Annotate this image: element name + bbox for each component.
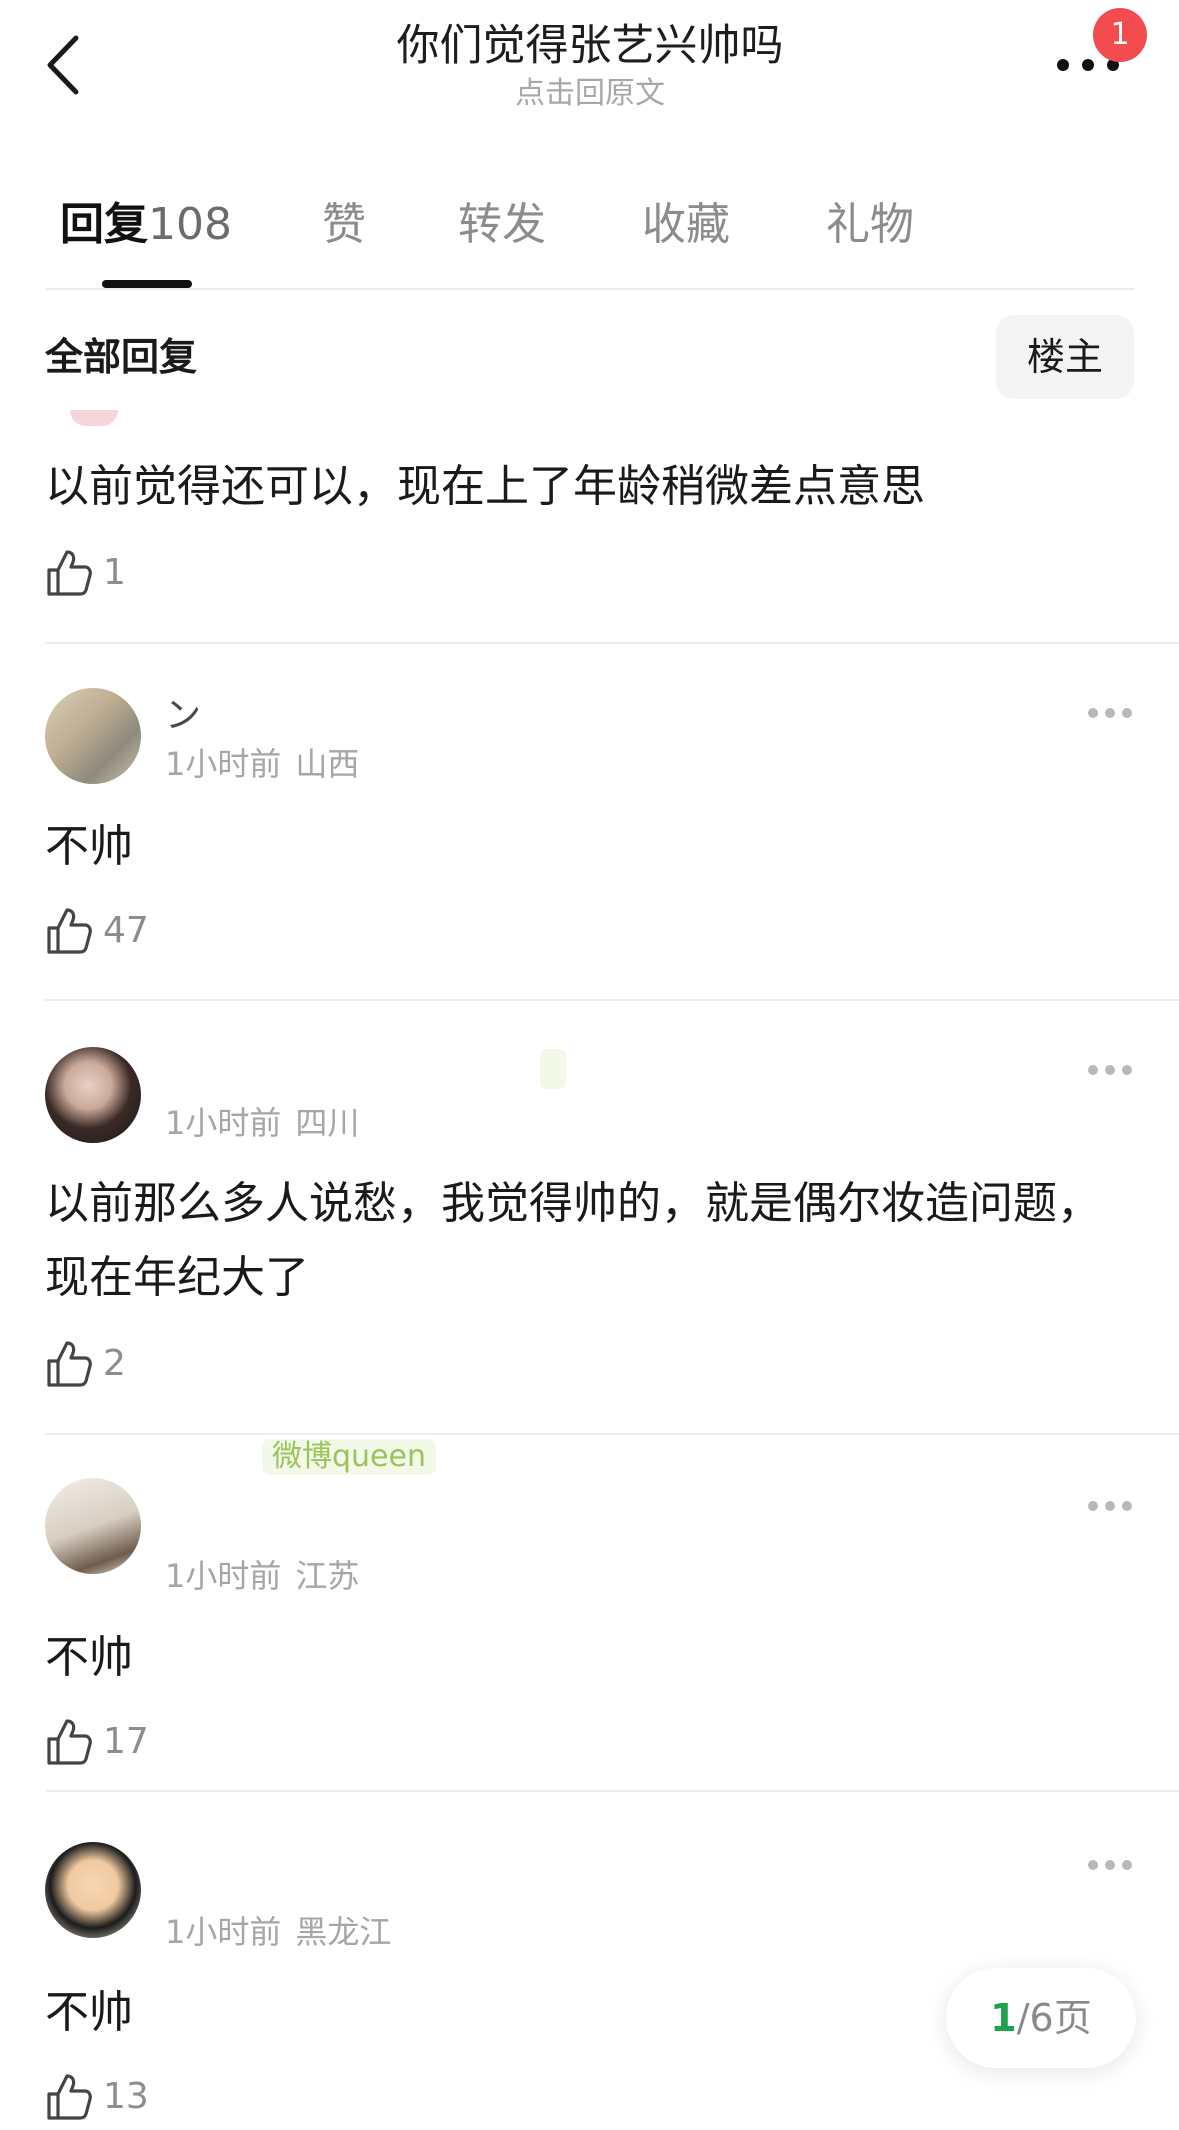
avatar-edge xyxy=(70,410,118,426)
comment-meta: 1小时前 江苏 xyxy=(165,1556,359,1596)
avatar[interactable] xyxy=(45,1478,141,1574)
comment-divider xyxy=(45,999,1179,1001)
avatar[interactable] xyxy=(45,1842,141,1938)
like-count: 2 xyxy=(103,1343,126,1384)
comment-location: 黑龙江 xyxy=(295,1913,392,1951)
comment-time: 1小时前 xyxy=(165,745,282,783)
current-page: 1 xyxy=(990,1996,1017,2040)
comment-meta: 1小时前 山西 xyxy=(165,744,359,784)
comment-location: 山西 xyxy=(295,745,360,783)
like-count: 47 xyxy=(103,910,149,951)
page-indicator[interactable]: 1/6页 xyxy=(946,1968,1136,2068)
tab-replies[interactable]: 回复108 xyxy=(60,190,232,260)
avatar[interactable] xyxy=(45,1047,141,1143)
comment-location: 江苏 xyxy=(295,1557,360,1595)
comment-time: 1小时前 xyxy=(165,1104,282,1142)
more-dots-icon[interactable] xyxy=(1088,1501,1132,1513)
thumbs-up-icon xyxy=(47,550,92,596)
nickname[interactable]: ン xyxy=(165,694,201,738)
tab-likes[interactable]: 赞 xyxy=(322,190,366,260)
comment-content: 以前那么多人说愁，我觉得帅的，就是偶尔妆造问题，现在年纪大了 xyxy=(45,1178,1101,1303)
back-to-original-link[interactable]: 点击回原文 xyxy=(250,74,930,114)
title-area[interactable]: 你们觉得张艺兴帅吗 点击回原文 xyxy=(250,18,930,114)
like-count: 13 xyxy=(103,2076,149,2117)
tab-shares[interactable]: 转发 xyxy=(458,190,546,260)
comment-meta: 1小时前 黑龙江 xyxy=(165,1912,391,1952)
more-dots-icon[interactable] xyxy=(1088,708,1132,720)
tabs-divider xyxy=(45,288,1135,290)
more-dots-icon[interactable] xyxy=(1088,1860,1132,1872)
more-dots-icon[interactable] xyxy=(1088,1065,1132,1077)
comment-divider xyxy=(45,1790,1179,1792)
notification-badge: 1 xyxy=(1093,8,1147,62)
like-count: 1 xyxy=(103,552,126,593)
thumbs-up-icon xyxy=(47,1719,92,1765)
user-badge xyxy=(540,1049,566,1089)
active-tab-indicator xyxy=(102,280,192,288)
tab-bar: 回复108 赞 转发 收藏 礼物 xyxy=(0,190,1179,290)
comment-time: 1小时前 xyxy=(165,1913,282,1951)
page-title: 你们觉得张艺兴帅吗 xyxy=(396,21,784,71)
comment-time: 1小时前 xyxy=(165,1557,282,1595)
comment-divider xyxy=(45,1433,1179,1435)
all-replies-label: 全部回复 xyxy=(45,335,198,379)
avatar[interactable] xyxy=(45,688,141,784)
tab-replies-label: 回复 xyxy=(60,199,148,250)
tab-gifts[interactable]: 礼物 xyxy=(826,190,914,260)
comment-meta: 1小时前 四川 xyxy=(165,1103,359,1143)
total-pages: /6页 xyxy=(1016,1996,1092,2040)
like-count: 17 xyxy=(103,1721,149,1762)
header-bar: 你们觉得张艺兴帅吗 点击回原文 1 xyxy=(0,0,1179,130)
comment-content: 不帅 xyxy=(45,1632,133,1683)
thread-replies-page: 你们觉得张艺兴帅吗 点击回原文 1 回复108 赞 转发 收藏 礼物 全部回复 … xyxy=(0,0,1179,2130)
tab-favorites[interactable]: 收藏 xyxy=(642,190,730,260)
comment-divider xyxy=(45,642,1179,644)
thumbs-up-icon xyxy=(47,2074,92,2120)
owner-only-button[interactable]: 楼主 xyxy=(996,315,1134,399)
thumbs-up-icon xyxy=(47,908,92,954)
tab-replies-count: 108 xyxy=(148,199,232,250)
thumbs-up-icon xyxy=(47,1341,92,1387)
comment-content: 以前觉得还可以，现在上了年龄稍微差点意思 xyxy=(45,461,925,512)
user-tag: 微博queen xyxy=(262,1439,436,1475)
back-chevron-icon[interactable] xyxy=(40,30,90,100)
comment-content: 不帅 xyxy=(45,821,133,872)
comment-location: 四川 xyxy=(295,1104,360,1142)
